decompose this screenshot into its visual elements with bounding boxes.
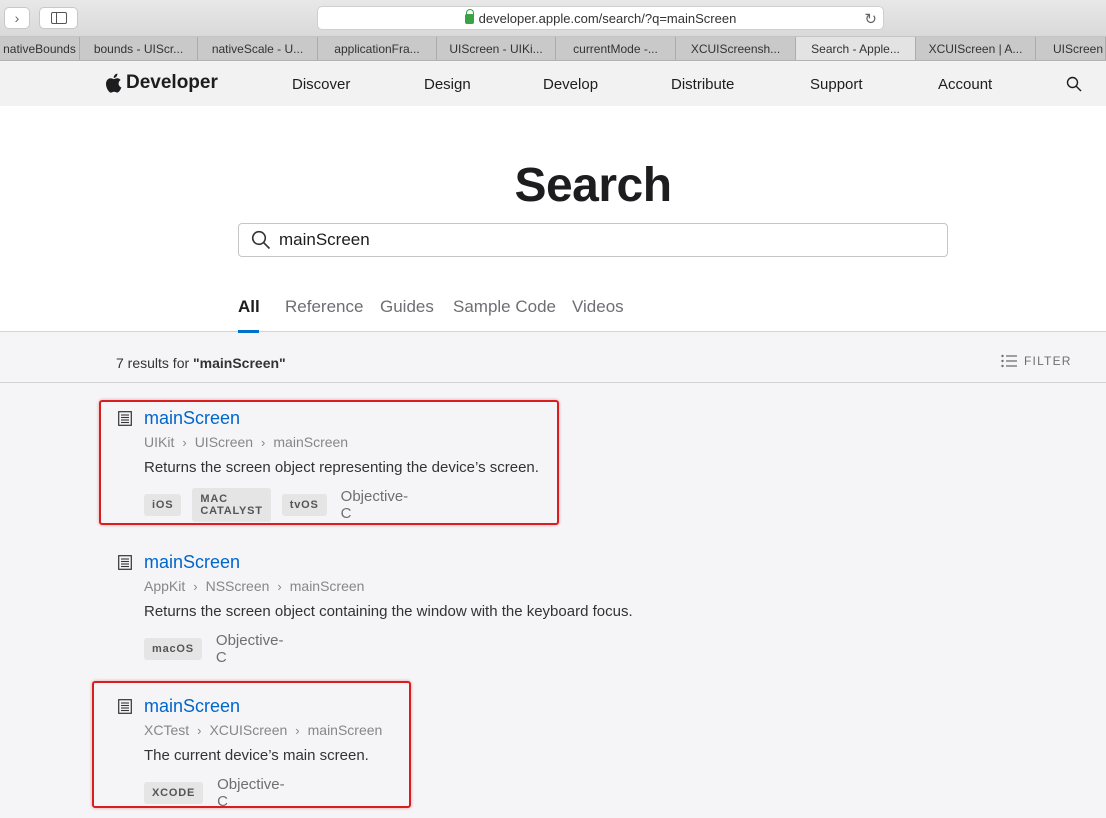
reload-icon[interactable]: ↻ (864, 10, 877, 28)
results-header: 7 results for "mainScreen" FILTER (0, 333, 1106, 383)
browser-tab[interactable]: UIScreen - UIKi... (437, 37, 556, 60)
browser-tab[interactable]: XCUIScreen | A... (916, 37, 1036, 60)
chevron-right-icon: › (14, 10, 20, 26)
tab-bar: nativeBounds bounds - UIScr... nativeSca… (0, 37, 1106, 61)
scope-tab-all[interactable]: All (238, 297, 260, 317)
browser-tab[interactable]: nativeBounds (0, 37, 80, 60)
sidebar-icon (50, 12, 67, 24)
search-icon[interactable] (1066, 76, 1082, 92)
chevron-right-icon: › (277, 578, 282, 594)
brand-label: Developer (126, 72, 218, 93)
browser-tab[interactable]: currentMode -... (556, 37, 676, 60)
result-tags: macOS Objective-C (144, 632, 283, 666)
platform-tag: XCODE (144, 782, 204, 804)
result-description: The current device’s main screen. (144, 747, 369, 764)
nav-design[interactable]: Design (424, 76, 471, 93)
chevron-right-icon: › (261, 434, 266, 450)
chevron-right-icon: › (197, 722, 202, 738)
nav-distribute[interactable]: Distribute (671, 76, 734, 93)
sidebar-toggle-button[interactable] (39, 7, 78, 29)
lock-icon (464, 9, 475, 24)
language-label: Objective-C (217, 776, 285, 810)
browser-toolbar: › developer.apple.com/search/?q=mainScre… (0, 0, 1106, 37)
result-query: "mainScreen" (193, 355, 286, 371)
result-count: 7 results for "mainScreen" (116, 355, 286, 371)
result-breadcrumb: UIKit › UIScreen › mainScreen (144, 434, 349, 450)
nav-discover[interactable]: Discover (292, 76, 350, 93)
page-title: Search (514, 159, 672, 212)
browser-tab[interactable]: bounds - UIScr... (80, 37, 198, 60)
nav-account[interactable]: Account (938, 76, 992, 93)
forward-button[interactable]: › (4, 7, 30, 29)
filter-label: FILTER (1024, 354, 1072, 368)
browser-tab[interactable]: nativeScale - U... (198, 37, 318, 60)
result-description: Returns the screen object representing t… (144, 459, 539, 476)
nav-develop[interactable]: Develop (543, 76, 598, 93)
search-icon (251, 230, 271, 250)
scope-tab-reference[interactable]: Reference (285, 297, 363, 317)
platform-tag: MAC CATALYST (192, 488, 271, 522)
search-input[interactable] (279, 230, 879, 250)
apple-logo-icon (106, 73, 122, 93)
browser-tab[interactable]: UIScreen (1036, 37, 1106, 60)
result-tags: XCODE Objective-C (144, 776, 285, 810)
language-label: Objective-C (340, 488, 409, 522)
result-title-link[interactable]: mainScreen (144, 408, 240, 429)
document-icon (118, 555, 132, 570)
address-bar[interactable]: developer.apple.com/search/?q=mainScreen… (317, 6, 884, 30)
language-label: Objective-C (215, 632, 284, 666)
browser-tab-active[interactable]: Search - Apple... (796, 37, 916, 60)
chevron-right-icon: › (193, 578, 198, 594)
search-field[interactable] (238, 223, 948, 257)
url-text: developer.apple.com/search/?q=mainScreen (478, 10, 737, 26)
chevron-right-icon: › (295, 722, 300, 738)
result-description: Returns the screen object containing the… (144, 603, 633, 620)
result-tags: iOS MAC CATALYST tvOS Objective-C (144, 488, 408, 522)
result-title-link[interactable]: mainScreen (144, 696, 240, 717)
developer-logo-link[interactable]: Developer (104, 72, 218, 94)
platform-tag: macOS (144, 638, 202, 660)
global-nav: Developer Discover Design Develop Distri… (0, 62, 1106, 106)
nav-support[interactable]: Support (810, 76, 863, 93)
filter-list-icon (1001, 354, 1017, 368)
search-hero: Search All Reference Guides Sample Code … (0, 106, 1106, 333)
result-breadcrumb: AppKit › NSScreen › mainScreen (144, 578, 365, 594)
platform-tag: tvOS (281, 494, 327, 516)
document-icon (118, 699, 132, 714)
chevron-right-icon: › (182, 434, 187, 450)
platform-tag: iOS (144, 494, 182, 516)
result-breadcrumb: XCTest › XCUIScreen › mainScreen (144, 722, 383, 738)
browser-tab[interactable]: applicationFra... (318, 37, 437, 60)
scope-tab-sample-code[interactable]: Sample Code (453, 297, 556, 317)
scope-tab-guides[interactable]: Guides (380, 297, 434, 317)
result-title-link[interactable]: mainScreen (144, 552, 240, 573)
document-icon (118, 411, 132, 426)
browser-tab[interactable]: XCUIScreensh... (676, 37, 796, 60)
filter-button[interactable]: FILTER (1001, 354, 1072, 368)
scope-tab-videos[interactable]: Videos (572, 297, 624, 317)
